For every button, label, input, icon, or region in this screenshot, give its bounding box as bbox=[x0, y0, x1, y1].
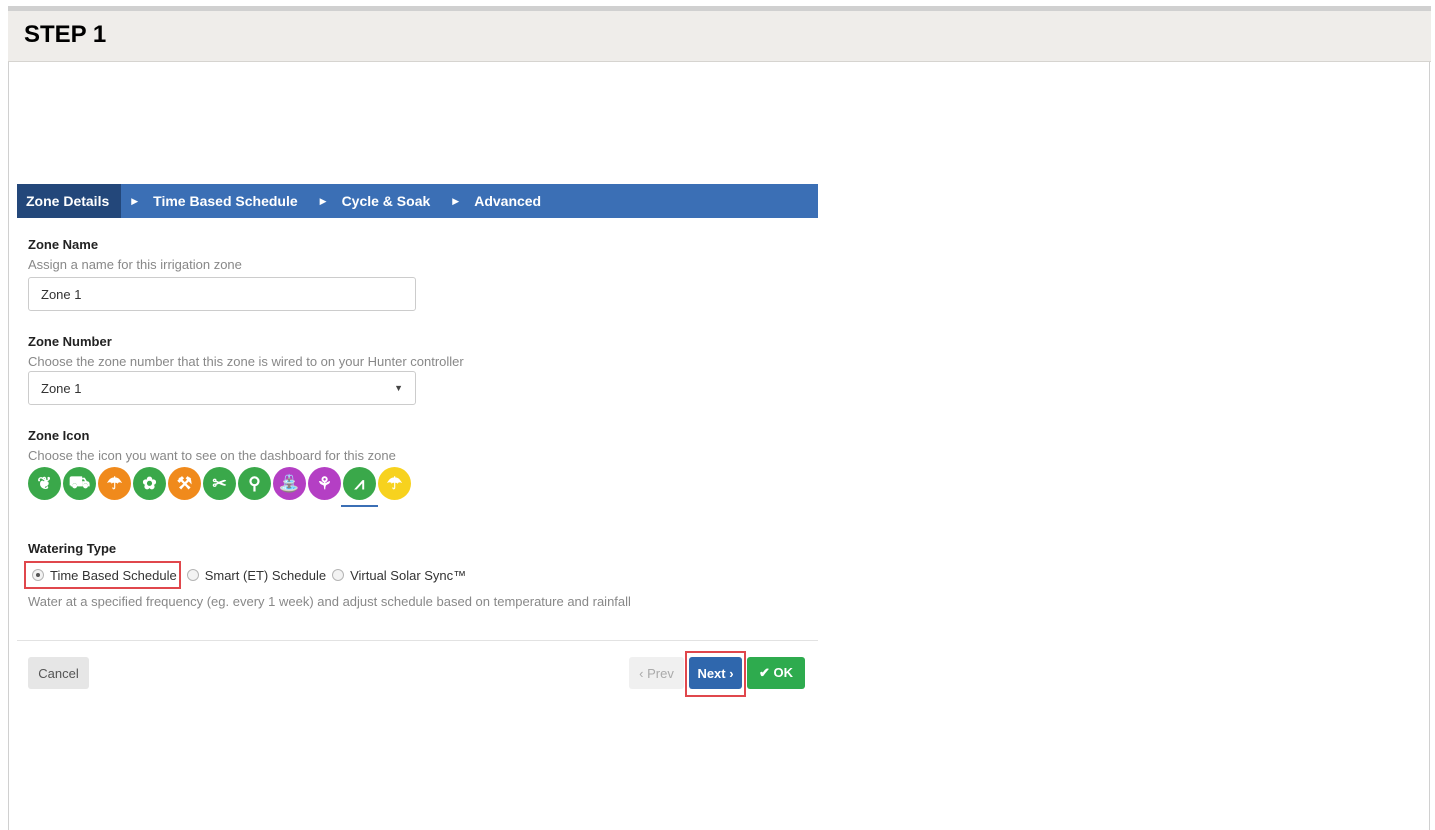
chevron-right-icon: ▶ bbox=[131, 195, 139, 206]
cancel-button[interactable]: Cancel bbox=[28, 657, 89, 689]
watering-can-icon[interactable]: ☂ bbox=[98, 467, 131, 500]
wizard-tab-bar: Zone Details ▶ Time Based Schedule ▶ Cyc… bbox=[17, 184, 818, 218]
step-header: STEP 1 bbox=[8, 6, 1431, 62]
zone-icon-picker: ❦ ⛟ ☂ ✿ ⚒ ✂ ⚲ ⛲ ⚘ ⩘ ☂ bbox=[28, 467, 411, 507]
tab-time-based-schedule[interactable]: Time Based Schedule bbox=[144, 184, 309, 218]
footer-divider bbox=[17, 640, 818, 641]
zone-name-help: Assign a name for this irrigation zone bbox=[28, 257, 242, 272]
radio-button[interactable] bbox=[32, 569, 44, 581]
radio-button[interactable] bbox=[186, 569, 199, 581]
sprout-icon[interactable]: ⚘ bbox=[308, 467, 341, 500]
wheelbarrow-icon[interactable]: ⛟ bbox=[63, 467, 96, 500]
zone-name-input[interactable] bbox=[28, 277, 416, 311]
shears-icon[interactable]: ✂ bbox=[203, 467, 236, 500]
watering-type-description: Water at a specified frequency (eg. ever… bbox=[28, 594, 631, 609]
frame-border-right bbox=[1429, 62, 1430, 830]
zone-icon-label: Zone Icon bbox=[28, 428, 90, 443]
caret-down-icon: ▼ bbox=[394, 383, 403, 393]
watering-type-options: Time Based Schedule Smart (ET) Schedule … bbox=[24, 561, 466, 589]
tab-advanced[interactable]: Advanced bbox=[465, 184, 553, 218]
grass-icon[interactable]: ⩘ bbox=[341, 467, 378, 507]
shovel-icon[interactable]: ⚲ bbox=[238, 467, 271, 500]
leaf-icon[interactable]: ❦ bbox=[28, 467, 61, 500]
chevron-right-icon: ▶ bbox=[319, 195, 327, 206]
frame-border-left bbox=[8, 62, 9, 830]
radio-label: Smart (ET) Schedule bbox=[204, 567, 327, 583]
radio-label: Time Based Schedule bbox=[50, 567, 177, 583]
tab-label: Zone Details bbox=[26, 193, 110, 209]
chevron-right-icon: ▶ bbox=[452, 195, 460, 206]
tab-zone-details[interactable]: Zone Details bbox=[17, 184, 122, 218]
zone-number-help: Choose the zone number that this zone is… bbox=[28, 354, 464, 369]
zone-icon-help: Choose the icon you want to see on the d… bbox=[28, 448, 396, 463]
next-button[interactable]: Next › bbox=[689, 657, 742, 689]
tab-cycle-soak[interactable]: Cycle & Soak bbox=[333, 184, 443, 218]
step-title: STEP 1 bbox=[24, 21, 107, 48]
tab-label: Cycle & Soak bbox=[341, 193, 431, 209]
radio-button[interactable] bbox=[332, 569, 345, 581]
zone-number-label: Zone Number bbox=[28, 334, 112, 349]
zone-name-label: Zone Name bbox=[28, 237, 99, 252]
watering-option-smart-et[interactable]: Smart (ET) Schedule bbox=[181, 561, 326, 589]
prev-button[interactable]: ‹ Prev bbox=[629, 657, 684, 689]
watering-option-solar-sync[interactable]: Virtual Solar Sync™ bbox=[326, 561, 466, 589]
sprinkler-icon[interactable]: ⛲ bbox=[273, 467, 306, 500]
umbrella-icon[interactable]: ☂ bbox=[378, 467, 411, 500]
zone-number-select[interactable]: Zone 1 ▼ bbox=[28, 371, 416, 405]
flower-icon[interactable]: ✿ bbox=[133, 467, 166, 500]
watering-type-label: Watering Type bbox=[28, 541, 117, 556]
rake-icon[interactable]: ⚒ bbox=[168, 467, 201, 500]
tab-label: Advanced bbox=[474, 193, 542, 209]
ok-button[interactable]: ✔ OK bbox=[747, 657, 805, 689]
radio-label: Virtual Solar Sync™ bbox=[350, 567, 467, 583]
tab-label: Time Based Schedule bbox=[153, 193, 298, 209]
zone-number-selected: Zone 1 bbox=[41, 380, 82, 396]
watering-option-time-based[interactable]: Time Based Schedule bbox=[24, 561, 181, 589]
